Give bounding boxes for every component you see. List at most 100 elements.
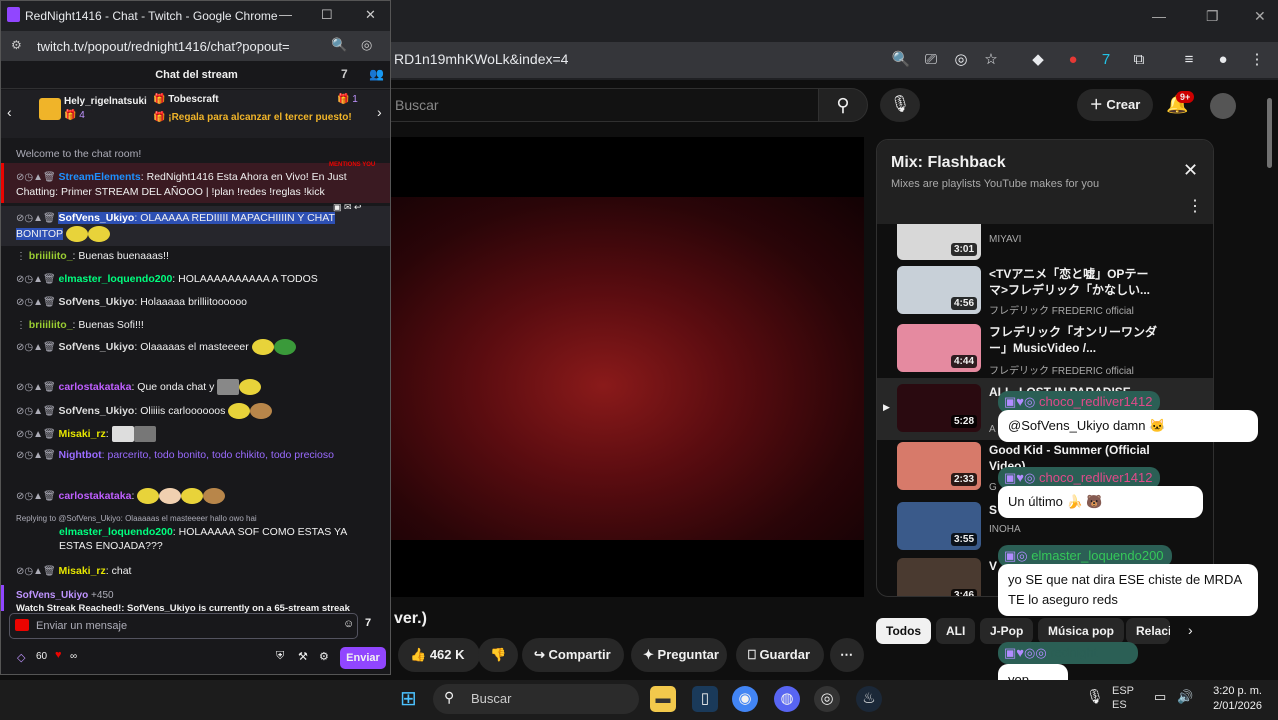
- chip-musica-pop[interactable]: Música pop: [1038, 618, 1125, 644]
- profile-icon[interactable]: ●: [1212, 49, 1234, 71]
- users-icon[interactable]: 👥: [369, 67, 384, 81]
- chip-ali[interactable]: ALI: [936, 618, 976, 644]
- create-button[interactable]: ＋ Crear: [1077, 89, 1153, 121]
- thumbs-up-icon: 👍: [410, 647, 427, 662]
- search-button[interactable]: ⚲: [818, 88, 868, 122]
- bookmark-star-icon[interactable]: ☆: [980, 49, 1002, 71]
- chat-message[interactable]: ⊘◷▲🗑 StreamElements: RedNight1416 Esta A…: [1, 170, 371, 199]
- mod-tools-icon[interactable]: ⚒: [298, 650, 308, 663]
- chat-message[interactable]: ⊘◷▲🗑 elmaster_loquendo200: HOLAAAAAAAAAA…: [1, 272, 390, 287]
- save-label: Guardar: [759, 647, 811, 662]
- share-icon: ↪: [534, 647, 545, 662]
- network-icon[interactable]: ▭: [1154, 689, 1166, 705]
- chat-message[interactable]: ⊘◷▲🗑 SofVens_Ukiyo: Oliiiis carloooooos: [1, 403, 390, 419]
- zoom-icon[interactable]: 🔍: [331, 37, 347, 53]
- puzzle-icon[interactable]: ⧉: [1128, 49, 1150, 71]
- extension-icon[interactable]: ◆: [1027, 49, 1049, 71]
- more-vert-icon[interactable]: ⋮: [1187, 196, 1203, 216]
- more-actions-button[interactable]: ⋯: [830, 638, 864, 672]
- overlay-message: @SofVens_Ukiyo damn 🐱: [998, 410, 1258, 442]
- mic-tray-icon[interactable]: 🎙: [1086, 688, 1104, 705]
- obs-icon[interactable]: ◎: [814, 686, 840, 712]
- chip-relacionados[interactable]: Relacio: [1126, 618, 1170, 644]
- minimize-icon[interactable]: —: [279, 7, 292, 22]
- streak-text: Watch Streak Reached!: SofVens_Ukiyo is …: [16, 603, 350, 613]
- chrome-icon[interactable]: ◉: [732, 686, 758, 712]
- chat-message[interactable]: ⊘◷▲🗑 Misaki_rz: chat: [1, 564, 390, 579]
- chat-message[interactable]: ⊘◷▲🗑 SofVens_Ukiyo: Olaaaaas el masteeee…: [1, 339, 390, 355]
- taskbar-search[interactable]: Buscar: [433, 684, 639, 714]
- emote-icon[interactable]: ☺: [343, 618, 354, 630]
- file-explorer-icon[interactable]: ▬: [650, 686, 676, 712]
- chat-message[interactable]: ⊘◷▲🗑 SofVens_Ukiyo: OLAAAAA REDIIIII MAP…: [1, 211, 371, 242]
- zoom-icon[interactable]: 🔍: [890, 49, 912, 71]
- chat-message[interactable]: ⊘◷▲🗑 Nightbot: parcerito, todo bonito, t…: [1, 448, 371, 463]
- avatar[interactable]: [1210, 93, 1236, 119]
- gift-leaderboard: ‹ Hely_rigelnatsuki 🎁 4 🎁 Tobescraft 🎁 1…: [1, 90, 390, 138]
- dislike-button[interactable]: 👎: [478, 638, 518, 672]
- save-button[interactable]: ⎕ Guardar: [736, 638, 824, 672]
- windows-start-icon[interactable]: ⊞: [400, 686, 417, 711]
- cast-icon[interactable]: ⎚: [920, 49, 942, 71]
- 7tv-menu-icon[interactable]: 7: [365, 617, 371, 629]
- chat-message[interactable]: ⊘◷▲🗑 Misaki_rz:: [1, 426, 390, 442]
- list-item[interactable]: 4:56 <TVアニメ「恋と嘘」OPテーマ>フレデリック「かなしい... フレデ…: [897, 266, 1197, 320]
- shield-icon[interactable]: ⛨: [276, 650, 284, 663]
- media-control-icon[interactable]: ≡: [1178, 49, 1200, 71]
- chat-message[interactable]: ⋮ briiiliito_: Buenas Sofi!!!: [1, 318, 390, 333]
- url-text[interactable]: twitch.tv/popout/rednight1416/chat?popou…: [37, 39, 290, 54]
- chat-message[interactable]: ⋮ briiiliito_: Buenas buenaaas!!: [1, 249, 390, 264]
- sparkle-icon: ✦: [643, 647, 654, 662]
- search-input[interactable]: [390, 88, 820, 122]
- 7tv-icon[interactable]: 7: [1095, 49, 1117, 71]
- video-frame[interactable]: [390, 197, 864, 540]
- search-placeholder: Buscar: [395, 97, 439, 113]
- list-item[interactable]: 3:01 MIYAVI: [897, 224, 1197, 260]
- restore-icon[interactable]: ❐: [1206, 8, 1219, 25]
- mic-button[interactable]: 🎙: [880, 88, 920, 122]
- volume-icon[interactable]: 🔊: [1177, 689, 1193, 705]
- notepad-icon[interactable]: ▯: [692, 686, 718, 712]
- close-window-icon[interactable]: ✕: [1254, 8, 1266, 25]
- chat-message[interactable]: ⊘◷▲🗑 carlostakataka: Que onda chat y: [1, 379, 390, 395]
- minimize-icon[interactable]: —: [1152, 8, 1166, 24]
- maximize-icon[interactable]: ☐: [321, 7, 333, 23]
- eye-off-icon[interactable]: ◎: [950, 49, 972, 71]
- site-settings-icon[interactable]: ⚙: [11, 38, 22, 52]
- twitch-chat-window: RedNight1416 - Chat - Twitch - Google Ch…: [0, 0, 391, 675]
- language-indicator[interactable]: ESP ES: [1112, 684, 1134, 712]
- close-icon[interactable]: ✕: [365, 7, 376, 23]
- send-button[interactable]: Enviar: [340, 647, 386, 669]
- streak-user: SofVens_Ukiyo +450: [16, 590, 114, 601]
- message-actions[interactable]: ▣ ✉ ↩: [333, 202, 362, 213]
- chrome-menu-icon[interactable]: ⋮: [1246, 49, 1268, 71]
- ask-button[interactable]: ✦ Preguntar: [631, 638, 727, 672]
- channel-points-icon[interactable]: ◇: [17, 651, 25, 664]
- hype-icon[interactable]: ♥: [55, 649, 62, 661]
- gift-user-1: Hely_rigelnatsuki: [64, 96, 147, 107]
- chat-message[interactable]: ⊘◷▲🗑 carlostakataka:: [1, 488, 390, 504]
- close-icon[interactable]: ✕: [1183, 160, 1198, 181]
- clock[interactable]: 3:20 p. m. 2/01/2026: [1200, 684, 1262, 714]
- ask-label: Preguntar: [657, 647, 719, 662]
- scrollbar[interactable]: [1266, 88, 1274, 678]
- eye-off-icon[interactable]: ◎: [361, 37, 372, 53]
- chevron-right-icon[interactable]: ›: [377, 104, 382, 120]
- gear-icon[interactable]: ⚙: [319, 650, 329, 663]
- chip-jpop[interactable]: J-Pop: [980, 618, 1034, 644]
- chat-input[interactable]: Enviar un mensaje: [9, 613, 358, 639]
- chat-message[interactable]: ⊘◷▲🗑 SofVens_Ukiyo: Holaaaaa brilliitooo…: [1, 295, 390, 310]
- chevron-left-icon[interactable]: ‹: [7, 104, 12, 120]
- chip-todos[interactable]: Todos: [876, 618, 932, 644]
- list-item[interactable]: 4:44 フレデリック「オンリーワンダー」MusicVideo /... フレデ…: [897, 324, 1197, 378]
- 7tv-icon[interactable]: 7: [341, 67, 348, 81]
- adblock-icon[interactable]: ●: [1062, 49, 1084, 71]
- steam-icon[interactable]: ♨: [856, 686, 882, 712]
- background-url[interactable]: RD1n19mhKWoLk&index=4: [394, 51, 568, 67]
- discord-icon[interactable]: ◍: [774, 686, 800, 712]
- chat-message[interactable]: elmaster_loquendo200: HOLAAAAA SOF COMO …: [1, 525, 371, 553]
- share-button[interactable]: ↪ Compartir: [522, 638, 624, 672]
- chevron-right-icon[interactable]: ›: [1188, 622, 1193, 638]
- background-tab-bar: [390, 0, 1278, 38]
- like-button[interactable]: 👍 462 K: [398, 638, 480, 672]
